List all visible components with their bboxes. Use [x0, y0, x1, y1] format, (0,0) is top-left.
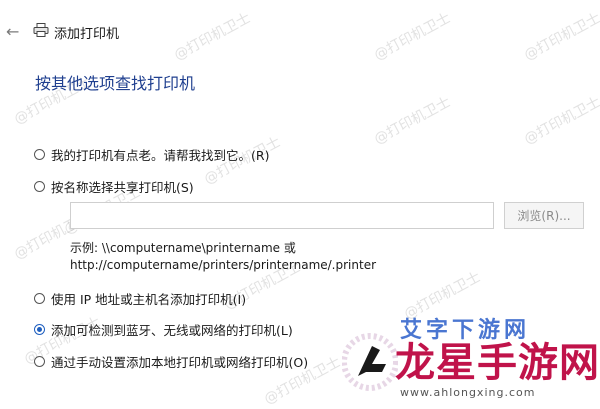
- option-label: 使用 IP 地址或主机名添加打印机(I): [51, 292, 247, 307]
- option-label: 按名称选择共享打印机(S): [51, 180, 194, 195]
- shared-printer-name-input[interactable]: [70, 202, 494, 229]
- radio-button-selected[interactable]: [34, 324, 45, 335]
- radio-button[interactable]: [34, 181, 45, 192]
- back-arrow-icon[interactable]: ←: [6, 22, 19, 41]
- printer-icon: [33, 22, 49, 41]
- option-label: 添加可检测到蓝牙、无线或网络的打印机(L): [51, 323, 293, 338]
- title-bar: ← 添加打印机: [0, 0, 600, 60]
- radio-button[interactable]: [34, 149, 45, 160]
- example-line-1: 示例: \\computername\printername 或: [70, 241, 296, 255]
- radio-button[interactable]: [34, 293, 45, 304]
- option-label: 通过手动设置添加本地打印机或网络打印机(O): [51, 355, 309, 370]
- browse-button[interactable]: 浏览(R)...: [504, 202, 584, 229]
- watermark-text: @打印机卫士: [371, 94, 454, 148]
- option-old-printer[interactable]: 我的打印机有点老。请帮我找到它。(R): [34, 145, 269, 164]
- watermark-text: @打印机卫士: [521, 94, 600, 148]
- radio-button[interactable]: [34, 356, 45, 367]
- option-ip-address[interactable]: 使用 IP 地址或主机名添加打印机(I): [34, 289, 246, 308]
- example-line-2: http://computername/printers/printername…: [70, 258, 377, 272]
- option-manual-local[interactable]: 通过手动设置添加本地打印机或网络打印机(O): [34, 352, 308, 371]
- page-heading: 按其他选项查找打印机: [35, 74, 196, 93]
- logo-main-text: 龙星手游网: [395, 340, 600, 386]
- logo-mark-icon: [342, 333, 398, 391]
- option-bluetooth-wireless[interactable]: 添加可检测到蓝牙、无线或网络的打印机(L): [34, 320, 293, 339]
- option-shared-printer[interactable]: 按名称选择共享打印机(S): [34, 177, 194, 196]
- logo-url: www.ahlongxing.com: [400, 386, 536, 399]
- option-label: 我的打印机有点老。请帮我找到它。(R): [51, 148, 270, 163]
- window-title: 添加打印机: [54, 27, 120, 42]
- site-logo: 艾字下游网 龙星手游网 www.ahlongxing.com: [340, 318, 600, 406]
